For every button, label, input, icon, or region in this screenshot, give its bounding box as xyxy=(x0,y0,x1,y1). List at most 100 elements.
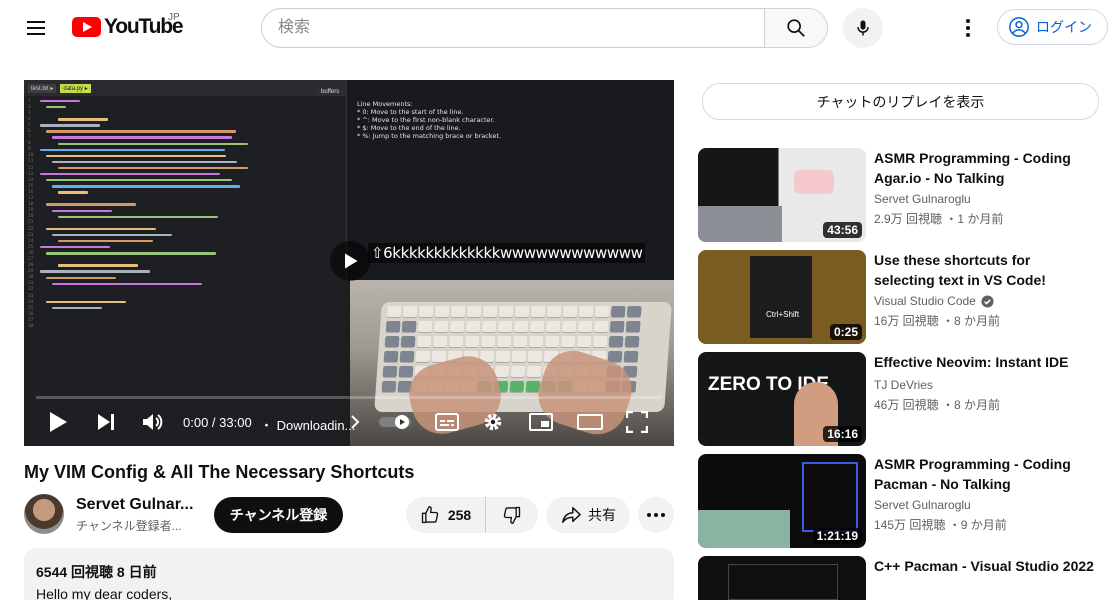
channel-avatar[interactable] xyxy=(24,494,64,534)
code-text-bar xyxy=(52,160,237,164)
recommendation-meta: 2.9万 回視聴 ・1 か月前 xyxy=(874,212,1004,226)
fullscreen-icon xyxy=(626,411,648,433)
keyboard-key xyxy=(625,321,641,332)
channel-label: Servet Gulnaroglu xyxy=(874,498,971,512)
chapter-chevron-button[interactable] xyxy=(348,408,362,436)
code-line-number: 2 xyxy=(28,104,31,110)
search-input[interactable] xyxy=(261,8,764,48)
recommendation-title: Effective Neovim: Instant IDE xyxy=(874,354,1069,370)
keyboard-key xyxy=(381,381,397,392)
description-box[interactable]: 6544 回視聴 8 日前 Hello my dear coders, xyxy=(24,548,674,600)
keystroke-overlay: ⇧6kkkkkkkkkkkkkwwwwwwwwwwww xyxy=(368,243,646,263)
description-text: Hello my dear coders, xyxy=(36,586,173,600)
dislike-button[interactable] xyxy=(486,497,538,533)
more-actions-button[interactable] xyxy=(638,497,674,533)
theater-mode-button[interactable] xyxy=(576,408,604,436)
subscribe-button[interactable]: チャンネル登録 xyxy=(214,497,343,533)
keyboard-key xyxy=(417,321,433,332)
code-line-number: 23 xyxy=(28,232,34,238)
thumbs-down-icon xyxy=(503,506,521,524)
account-circle-icon xyxy=(1009,17,1029,37)
settings-button[interactable] xyxy=(480,408,506,436)
keyboard-key xyxy=(608,336,624,347)
voice-search-button[interactable] xyxy=(843,8,883,48)
code-line-number: 3 xyxy=(28,110,31,116)
recommendation-item[interactable]: 1:21:19 ASMR Programming - Coding Pacman… xyxy=(698,454,1108,548)
keyboard-key xyxy=(576,336,592,347)
keyboard-key xyxy=(418,306,434,317)
code-line-number: 6 xyxy=(28,129,31,135)
like-button[interactable]: 258 xyxy=(406,497,486,533)
keyboard-key xyxy=(401,321,417,332)
duration-badge: 0:25 xyxy=(829,324,862,340)
code-text-bar xyxy=(46,130,236,133)
autoplay-toggle[interactable] xyxy=(378,408,412,436)
code-text-bar xyxy=(58,166,248,170)
login-button[interactable]: ログイン xyxy=(997,9,1108,45)
progress-bar[interactable] xyxy=(36,396,662,399)
play-icon xyxy=(50,412,67,432)
video-player[interactable]: test.txt ▸ data.py ▸ 1 2 3 4 5 6 7 8 9 10 11 12 13 14… xyxy=(24,80,674,446)
keyboard-key xyxy=(434,306,450,317)
duration-badge: 1:21:19 xyxy=(812,528,862,544)
thumbs-up-icon xyxy=(421,506,439,524)
download-status: ・ Downloadin... xyxy=(260,418,356,433)
fullscreen-button[interactable] xyxy=(624,408,650,436)
recommendation-channel: Servet Gulnaroglu xyxy=(874,192,971,206)
large-play-button[interactable] xyxy=(330,241,370,281)
keyboard-key xyxy=(577,321,593,332)
code-line-number: 4 xyxy=(28,116,31,122)
search-bar xyxy=(261,8,828,48)
subtitles-button[interactable] xyxy=(434,408,460,436)
keyboard-key xyxy=(609,321,625,332)
thumbnail: 43:56 xyxy=(698,148,866,242)
volume-button[interactable] xyxy=(140,408,166,436)
youtube-logo[interactable]: YouTube xyxy=(72,15,184,39)
thumbnail: ZERO TO IDE 16:16 xyxy=(698,352,866,446)
code-line-number: 8 xyxy=(28,141,31,147)
next-button[interactable] xyxy=(94,408,118,436)
keyboard-key xyxy=(510,366,526,377)
keyboard-key xyxy=(528,336,544,347)
code-line-number: 37 xyxy=(28,317,34,323)
youtube-play-logo-icon xyxy=(72,17,101,37)
code-line-number: 29 xyxy=(28,269,34,275)
code-line-number: 22 xyxy=(28,226,34,232)
keyboard-key xyxy=(623,351,639,362)
code-text-bar xyxy=(40,246,110,249)
recommendation-item[interactable]: 43:56 ASMR Programming - Coding Agar.io … xyxy=(698,148,1108,242)
code-text-bar xyxy=(46,227,156,231)
keyboard-key xyxy=(400,336,416,347)
show-chat-replay-button[interactable]: チャットのリプレイを表示 xyxy=(702,83,1099,120)
recommendation-item[interactable]: C++ Pacman - Visual Studio 2022 xyxy=(698,556,1108,600)
recommendation-item[interactable]: Ctrl+Shift 0:25 Use these shortcuts for … xyxy=(698,250,1108,344)
code-line-number: 28 xyxy=(28,263,34,269)
notes-header: buffers xyxy=(317,88,344,96)
channel-name[interactable]: Servet Gulnar... xyxy=(76,496,193,514)
recommendation-meta: 16万 回視聴 ・8 か月前 xyxy=(874,314,1001,328)
keyboard-key xyxy=(449,321,465,332)
play-button[interactable] xyxy=(46,408,70,436)
search-icon xyxy=(787,19,805,37)
keyboard-key xyxy=(560,336,576,347)
editor-tab: data.py ▸ xyxy=(60,83,91,93)
share-button[interactable]: 共有 xyxy=(546,497,630,533)
code-text-bar xyxy=(52,307,102,310)
keyboard-key xyxy=(382,366,398,377)
recommendation-channel: Visual Studio Code xyxy=(874,294,994,308)
miniplayer-button[interactable] xyxy=(528,408,554,436)
code-line-number: 19 xyxy=(28,208,34,214)
thumbnail: Ctrl+Shift 0:25 xyxy=(698,250,866,344)
volume-icon xyxy=(143,414,163,430)
search-button[interactable] xyxy=(764,8,828,48)
menu-icon[interactable] xyxy=(16,8,56,48)
subtitles-icon xyxy=(435,413,459,431)
recommendation-item[interactable]: ZERO TO IDE 16:16 Effective Neovim: Inst… xyxy=(698,352,1108,446)
settings-more-button[interactable] xyxy=(953,8,983,48)
notes-text: Line Movements: * 0: Move to the start o… xyxy=(357,100,501,140)
region-code: JP xyxy=(168,12,180,23)
thumbnail-caption: Ctrl+Shift xyxy=(766,310,800,319)
video-frame-code-editor: test.txt ▸ data.py ▸ 1 2 3 4 5 6 7 8 9 10 11 12 13 14… xyxy=(24,80,346,446)
code-line-number: 35 xyxy=(28,305,34,311)
keyboard-key xyxy=(398,366,414,377)
